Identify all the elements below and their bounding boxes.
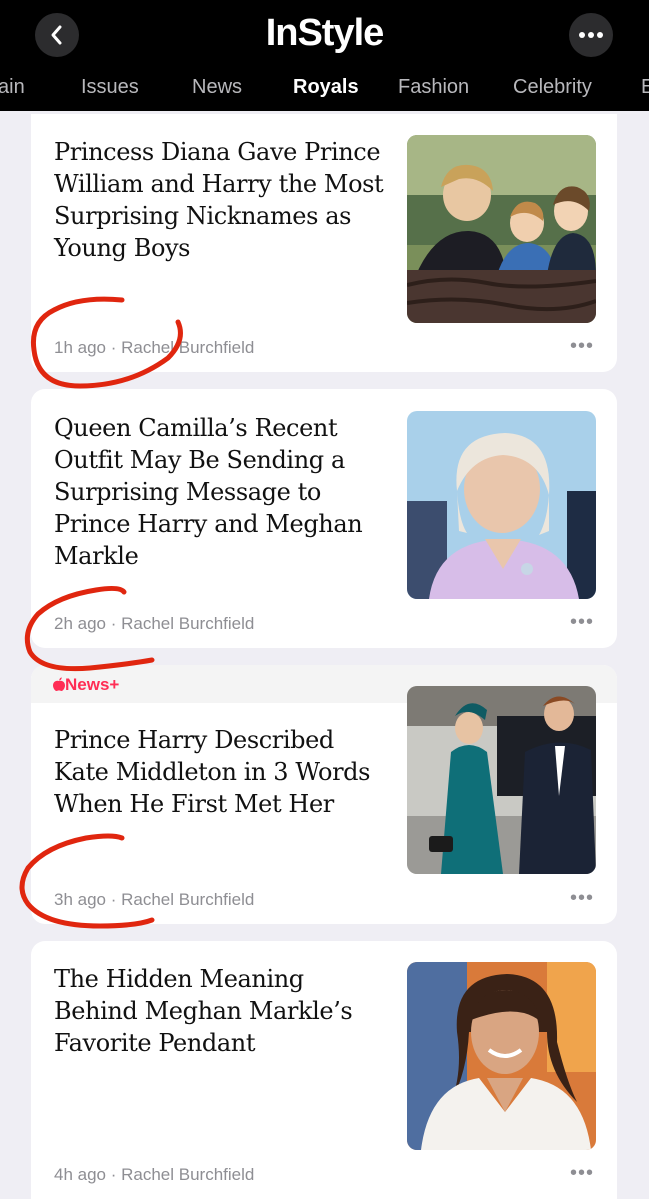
article-headline[interactable]: Queen Camilla’s Recent Outfit May Be Sen…: [54, 412, 394, 572]
article-headline[interactable]: The Hidden Meaning Behind Meghan Markle’…: [54, 963, 394, 1059]
tab-royals[interactable]: Royals: [293, 76, 359, 99]
tab-issues[interactable]: Issues: [81, 76, 139, 99]
article-more-button[interactable]: •••: [570, 1162, 594, 1185]
article-headline[interactable]: Princess Diana Gave Prince William and H…: [54, 136, 394, 264]
article-card[interactable]: Princess Diana Gave Prince William and H…: [31, 114, 617, 372]
article-byline: 4h ago · Rachel Burchfield: [54, 1165, 255, 1184]
article-thumbnail[interactable]: [407, 135, 596, 323]
article-image: [407, 686, 596, 874]
tab-news[interactable]: News: [192, 76, 242, 99]
article-image: [407, 411, 596, 599]
article-thumbnail[interactable]: [407, 686, 596, 874]
article-byline: 2h ago · Rachel Burchfield: [54, 614, 255, 633]
article-byline: 3h ago · Rachel Burchfield: [54, 890, 255, 909]
app-logo: InStyle: [265, 12, 385, 54]
article-card[interactable]: The Hidden Meaning Behind Meghan Markle’…: [31, 941, 617, 1199]
article-image: [407, 135, 596, 323]
top-bar: InStyle ain Issues News Royals Fashion C…: [0, 0, 649, 111]
article-thumbnail[interactable]: [407, 411, 596, 599]
article-image: [407, 962, 596, 1150]
article-more-button[interactable]: •••: [570, 887, 594, 910]
article-byline: 1h ago · Rachel Burchfield: [54, 338, 255, 357]
newsplus-badge: News+: [53, 675, 119, 695]
ellipsis-icon: [579, 32, 603, 38]
article-headline[interactable]: Prince Harry Described Kate Middleton in…: [54, 724, 394, 820]
article-card[interactable]: News+ Prince Harry Described Kate Middle…: [31, 665, 617, 924]
article-thumbnail[interactable]: [407, 962, 596, 1150]
tab-partial-right[interactable]: E: [641, 76, 649, 99]
tab-partial-left[interactable]: ain: [0, 76, 25, 99]
article-more-button[interactable]: •••: [570, 335, 594, 358]
apple-logo-icon: [53, 677, 65, 691]
newsplus-label: News+: [65, 675, 120, 694]
tab-fashion[interactable]: Fashion: [398, 76, 469, 99]
tab-celebrity[interactable]: Celebrity: [513, 76, 592, 99]
more-button[interactable]: [569, 13, 613, 57]
article-card[interactable]: Queen Camilla’s Recent Outfit May Be Sen…: [31, 389, 617, 648]
article-more-button[interactable]: •••: [570, 611, 594, 634]
section-tabs: ain Issues News Royals Fashion Celebrity…: [0, 76, 649, 106]
